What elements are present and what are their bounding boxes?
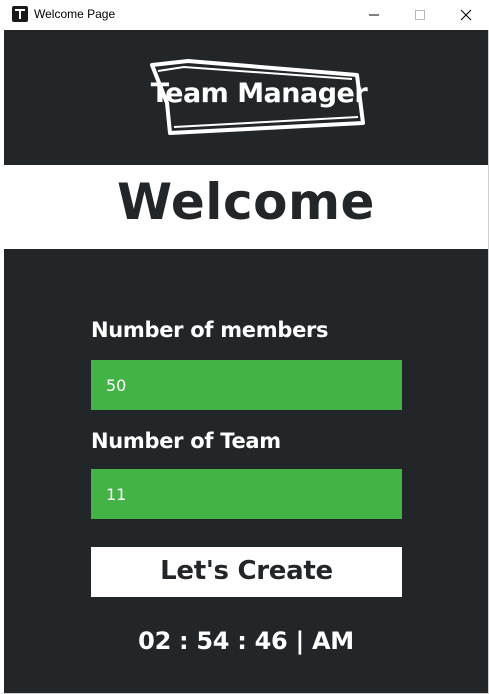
members-label: Number of members	[91, 318, 329, 342]
maximize-button[interactable]	[397, 0, 443, 30]
team-input[interactable]	[91, 469, 402, 519]
minimize-icon	[369, 14, 379, 16]
app-icon	[12, 6, 28, 22]
logo-text: Team Manager	[150, 78, 368, 109]
close-icon	[460, 9, 472, 21]
app-window: Welcome Page Team Manager Welcome Number…	[0, 0, 489, 694]
title-bar[interactable]: Welcome Page	[0, 0, 489, 30]
welcome-banner: Welcome	[4, 165, 488, 249]
welcome-heading: Welcome	[117, 173, 375, 231]
close-button[interactable]	[443, 0, 489, 30]
clock-display: 02 : 54 : 46 | AM	[138, 627, 354, 655]
window-title: Welcome Page	[34, 7, 116, 21]
team-label: Number of Team	[91, 429, 281, 453]
members-input[interactable]	[91, 360, 402, 410]
maximize-icon	[415, 10, 425, 20]
lets-create-button[interactable]: Let's Create	[91, 547, 402, 597]
minimize-button[interactable]	[351, 0, 397, 30]
team-manager-logo: Team Manager	[144, 57, 374, 137]
